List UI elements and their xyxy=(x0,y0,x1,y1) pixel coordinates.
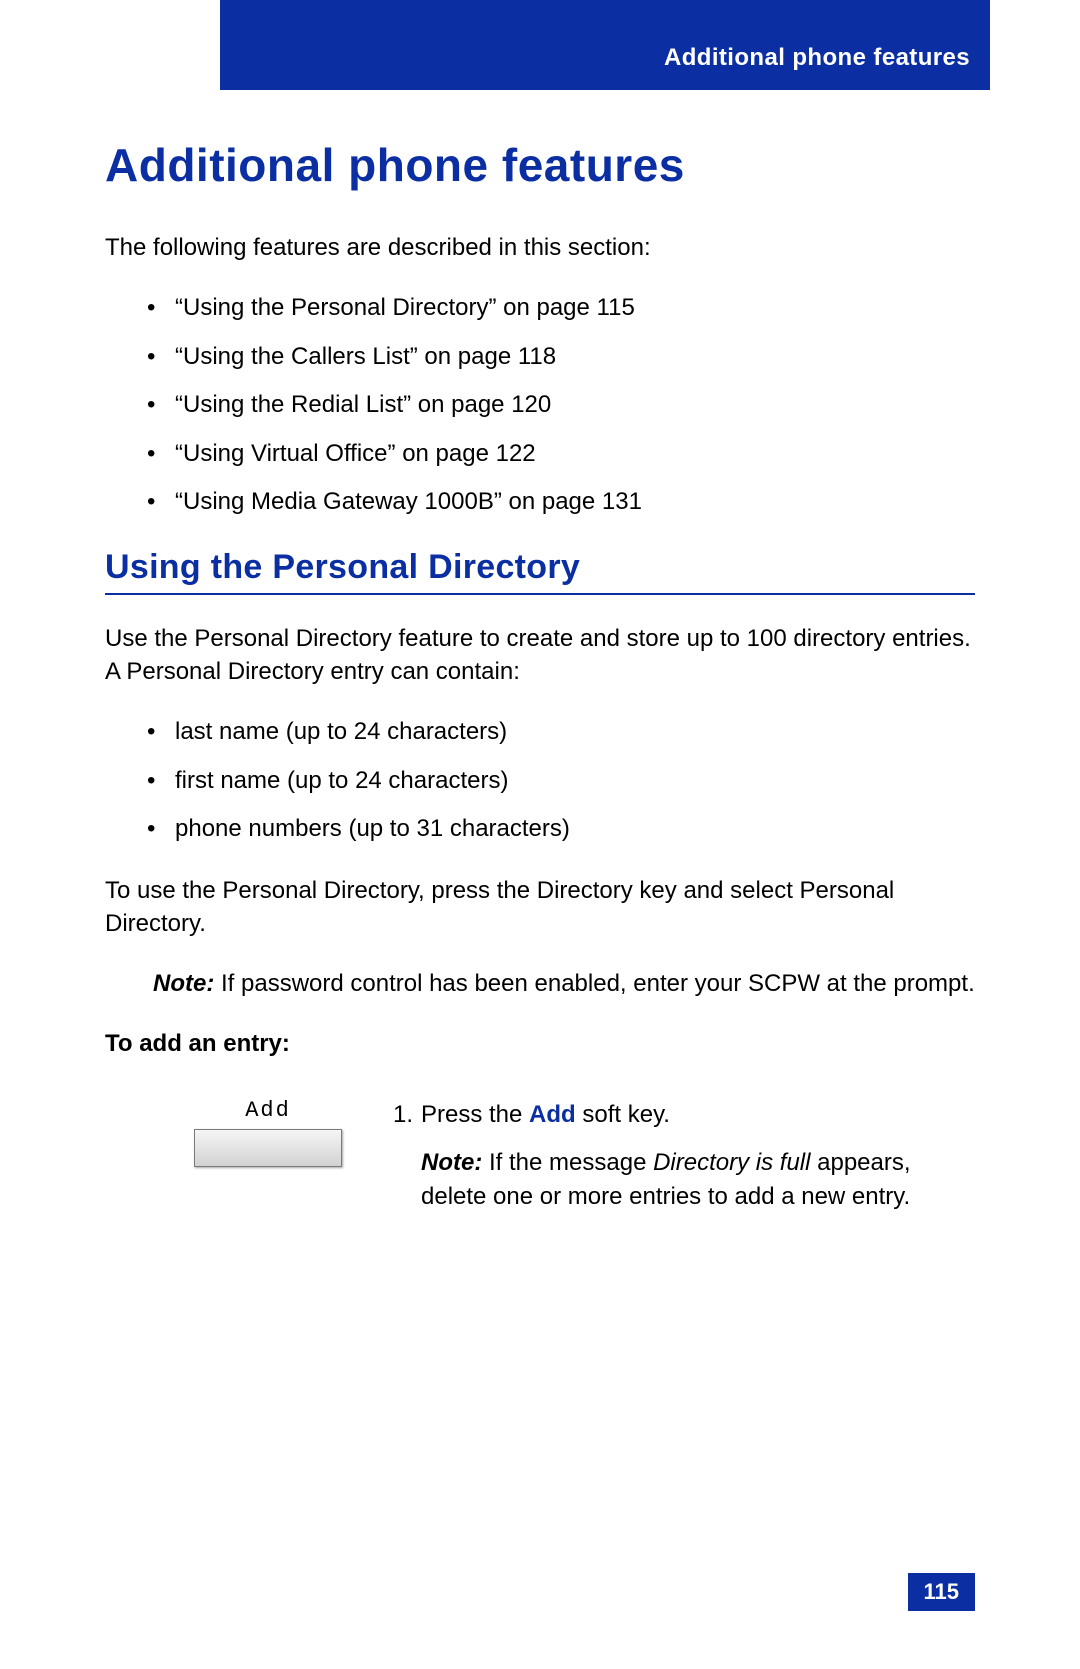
note-label: Note: xyxy=(421,1149,482,1176)
softkey-button xyxy=(194,1129,342,1167)
step-row: Add 1. Press the Add soft key. Note: If … xyxy=(105,1098,975,1213)
directory-field-list: last name (up to 24 characters) first na… xyxy=(105,716,975,845)
page-number: 115 xyxy=(908,1573,976,1611)
header-tab: Additional phone features xyxy=(220,0,990,90)
procedure-heading: To add an entry: xyxy=(105,1030,975,1058)
step-line: 1. Press the Add soft key. xyxy=(393,1098,975,1132)
step-text: 1. Press the Add soft key. Note: If the … xyxy=(393,1098,975,1213)
note-body: If password control has been enabled, en… xyxy=(214,970,974,997)
page-content: Additional phone features The following … xyxy=(105,0,975,1213)
section-title: Using the Personal Directory xyxy=(105,548,975,595)
step-text-pre: Press the xyxy=(421,1101,529,1128)
note-pre: If the message xyxy=(482,1149,653,1176)
step-number: 1. xyxy=(393,1098,421,1132)
note-text: Note: If password control has been enabl… xyxy=(153,968,975,1000)
note-label: Note: xyxy=(153,970,214,997)
directory-use-paragraph: To use the Personal Directory, press the… xyxy=(105,875,975,940)
toc-item: “Using the Personal Directory” on page 1… xyxy=(147,292,975,324)
list-item: first name (up to 24 characters) xyxy=(147,765,975,797)
toc-item: “Using Media Gateway 1000B” on page 131 xyxy=(147,486,975,518)
intro-paragraph: The following features are described in … xyxy=(105,232,975,264)
toc-item: “Using the Redial List” on page 120 xyxy=(147,389,975,421)
step-text-post: soft key. xyxy=(576,1101,670,1128)
softkey-illustration: Add xyxy=(183,1098,353,1167)
softkey-name: Add xyxy=(529,1101,576,1128)
section-intro: Use the Personal Directory feature to cr… xyxy=(105,623,975,688)
toc-list: “Using the Personal Directory” on page 1… xyxy=(105,292,975,518)
list-item: last name (up to 24 characters) xyxy=(147,716,975,748)
note-block: Note: If password control has been enabl… xyxy=(105,968,975,1000)
step-note: Note: If the message Directory is full a… xyxy=(393,1146,975,1213)
document-page: Additional phone features Additional pho… xyxy=(0,0,1080,1669)
list-item: phone numbers (up to 31 characters) xyxy=(147,813,975,845)
running-header: Additional phone features xyxy=(664,44,970,72)
softkey-label: Add xyxy=(245,1098,291,1123)
note-message: Directory is full xyxy=(653,1149,810,1176)
toc-item: “Using the Callers List” on page 118 xyxy=(147,341,975,373)
toc-item: “Using Virtual Office” on page 122 xyxy=(147,438,975,470)
page-title: Additional phone features xyxy=(105,138,975,192)
